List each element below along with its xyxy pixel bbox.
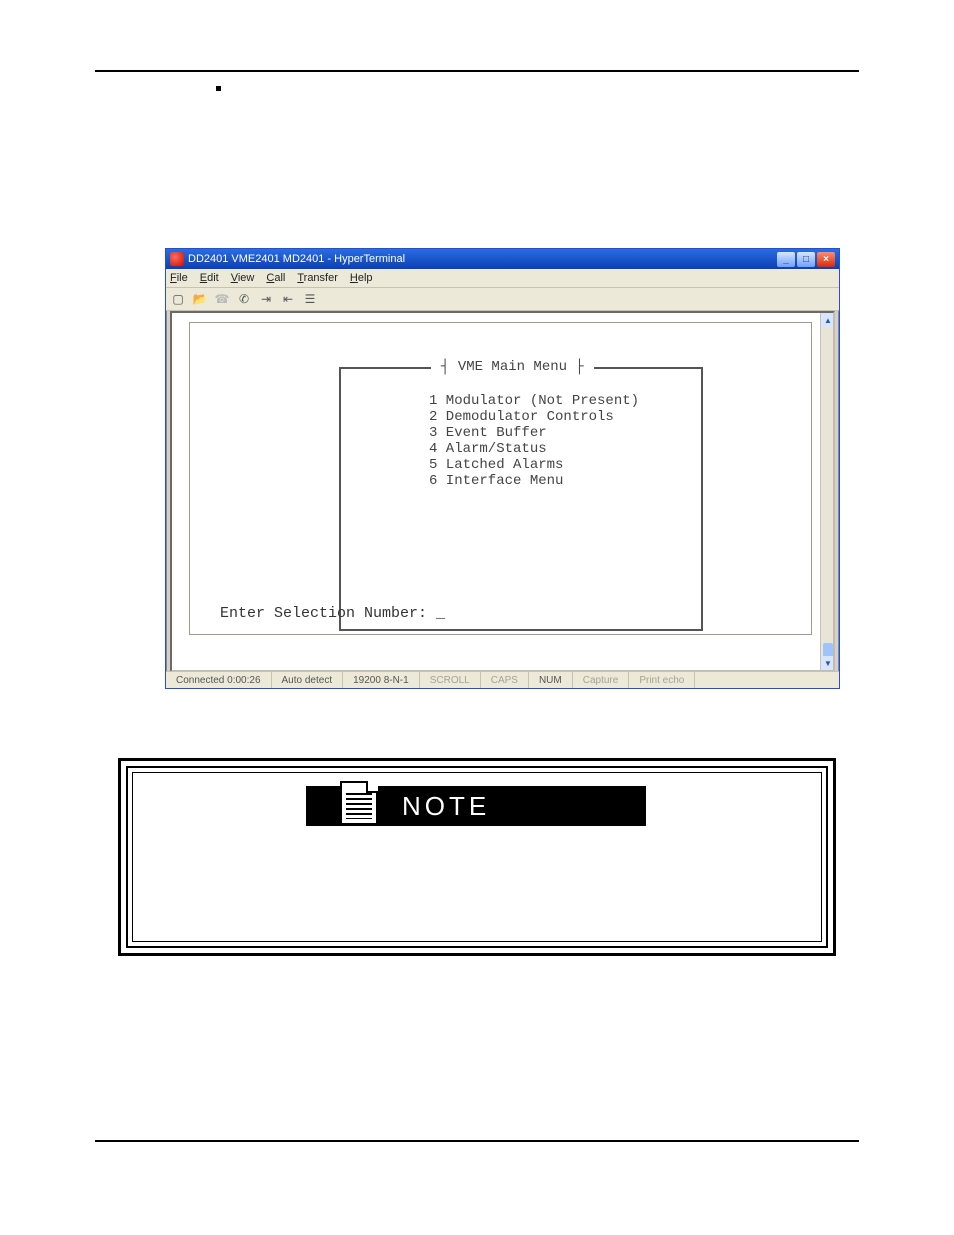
status-echo: Print echo xyxy=(629,672,695,688)
vme-menu-box: ┤ VME Main Menu ├ 1 Modulator (Not Prese… xyxy=(339,367,703,631)
menu-item-1: 1 Modulator (Not Present) xyxy=(429,393,639,409)
properties-icon[interactable]: ☰ xyxy=(302,291,318,307)
menu-call[interactable]: Call xyxy=(266,272,285,284)
bottom-rule xyxy=(95,1140,859,1142)
menu-view[interactable]: View xyxy=(231,272,255,284)
app-icon xyxy=(170,252,184,266)
vertical-scrollbar[interactable]: ▲ ▼ xyxy=(820,313,835,670)
window-title: DD2401 VME2401 MD2401 - HyperTerminal xyxy=(188,253,405,265)
status-num: NUM xyxy=(529,672,573,688)
top-rule xyxy=(95,70,859,72)
toolbar: ▢ 📂 ☎ ✆ ⇥ ⇤ ☰ xyxy=(166,288,839,311)
note-callout: NOTE xyxy=(118,758,836,956)
menu-title: ┤ VME Main Menu ├ xyxy=(431,359,594,375)
receive-icon[interactable]: ⇤ xyxy=(280,291,296,307)
note-document-icon xyxy=(340,781,378,825)
minimize-button[interactable]: _ xyxy=(777,252,795,267)
terminal-frame: ┤ VME Main Menu ├ 1 Modulator (Not Prese… xyxy=(190,323,811,634)
hyperterminal-window: DD2401 VME2401 MD2401 - HyperTerminal _ … xyxy=(165,248,840,689)
status-caps: CAPS xyxy=(481,672,529,688)
open-icon[interactable]: 📂 xyxy=(192,291,208,307)
note-label: NOTE xyxy=(378,791,646,822)
menu-item-3: 3 Event Buffer xyxy=(429,425,547,441)
connect-icon[interactable]: ☎ xyxy=(214,291,230,307)
scroll-down-icon[interactable]: ▼ xyxy=(821,656,835,670)
new-icon[interactable]: ▢ xyxy=(170,291,186,307)
menu-item-2: 2 Demodulator Controls xyxy=(429,409,614,425)
note-header: NOTE xyxy=(306,786,646,826)
menu-item-6: 6 Interface Menu xyxy=(429,473,563,489)
bullet xyxy=(216,86,221,91)
maximize-button[interactable]: □ xyxy=(797,252,815,267)
status-scroll: SCROLL xyxy=(420,672,481,688)
status-bar: Connected 0:00:26 Auto detect 19200 8-N-… xyxy=(166,671,839,688)
send-icon[interactable]: ⇥ xyxy=(258,291,274,307)
terminal-area: ┤ VME Main Menu ├ 1 Modulator (Not Prese… xyxy=(170,311,835,672)
selection-prompt[interactable]: Enter Selection Number: _ xyxy=(220,605,445,622)
menu-item-4: 4 Alarm/Status xyxy=(429,441,547,457)
menu-help[interactable]: Help xyxy=(350,272,373,284)
scroll-up-icon[interactable]: ▲ xyxy=(821,313,835,327)
menu-edit[interactable]: Edit xyxy=(200,272,219,284)
menu-bar: File Edit View Call Transfer Help xyxy=(166,269,839,288)
status-serial: 19200 8-N-1 xyxy=(343,672,420,688)
menu-items[interactable]: 1 Modulator (Not Present) 2 Demodulator … xyxy=(429,393,639,489)
status-capture: Capture xyxy=(573,672,630,688)
menu-transfer[interactable]: Transfer xyxy=(297,272,338,284)
status-connected: Connected 0:00:26 xyxy=(166,672,272,688)
status-detect: Auto detect xyxy=(272,672,344,688)
menu-item-5: 5 Latched Alarms xyxy=(429,457,563,473)
menu-file[interactable]: File xyxy=(170,272,188,284)
disconnect-icon[interactable]: ✆ xyxy=(236,291,252,307)
title-bar[interactable]: DD2401 VME2401 MD2401 - HyperTerminal _ … xyxy=(166,249,839,269)
close-button[interactable]: × xyxy=(817,252,835,267)
